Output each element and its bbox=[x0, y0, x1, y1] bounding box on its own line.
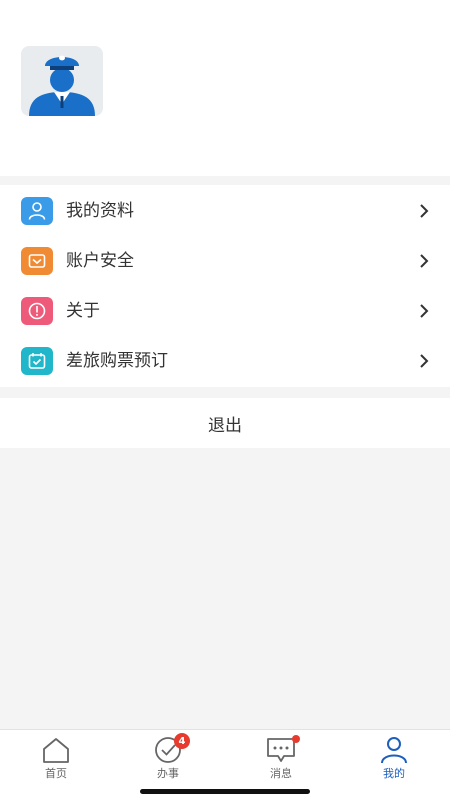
calendar-check-icon bbox=[21, 347, 53, 375]
menu-label: 账户安全 bbox=[66, 251, 134, 271]
tab-label: 办事 bbox=[157, 767, 179, 780]
tab-label: 消息 bbox=[270, 767, 292, 780]
tab-mine[interactable]: 我的 bbox=[338, 730, 450, 780]
settings-menu: 我的资料 账户安全 关于 差旅购票预订 bbox=[0, 185, 450, 387]
home-indicator bbox=[140, 789, 310, 794]
alert-icon bbox=[21, 297, 53, 325]
menu-label: 我的资料 bbox=[66, 201, 134, 221]
chevron-right-icon bbox=[420, 254, 429, 268]
tab-messages[interactable]: 消息 bbox=[225, 730, 337, 780]
person-icon bbox=[381, 737, 407, 764]
tab-label: 首页 bbox=[45, 767, 67, 780]
unread-dot bbox=[292, 735, 300, 743]
menu-item-travel-booking[interactable]: 差旅购票预订 bbox=[0, 336, 450, 386]
notification-badge: 4 bbox=[174, 733, 190, 749]
logout-button[interactable]: 退出 bbox=[0, 398, 450, 448]
tab-home[interactable]: 首页 bbox=[0, 730, 112, 780]
shield-icon bbox=[21, 247, 53, 275]
logout-label: 退出 bbox=[208, 415, 242, 436]
menu-label: 差旅购票预订 bbox=[66, 351, 168, 371]
police-avatar-icon bbox=[29, 55, 95, 116]
tab-tasks[interactable]: 4 办事 bbox=[112, 730, 224, 780]
chevron-right-icon bbox=[420, 204, 429, 218]
profile-header bbox=[0, 0, 450, 176]
avatar[interactable] bbox=[21, 46, 103, 116]
menu-item-my-profile[interactable]: 我的资料 bbox=[0, 186, 450, 236]
menu-item-account-security[interactable]: 账户安全 bbox=[0, 236, 450, 286]
chevron-right-icon bbox=[420, 354, 429, 368]
home-icon bbox=[43, 738, 69, 763]
menu-item-about[interactable]: 关于 bbox=[0, 286, 450, 336]
chevron-right-icon bbox=[420, 304, 429, 318]
user-icon bbox=[21, 197, 53, 225]
tab-label: 我的 bbox=[383, 767, 405, 780]
menu-label: 关于 bbox=[66, 301, 100, 321]
